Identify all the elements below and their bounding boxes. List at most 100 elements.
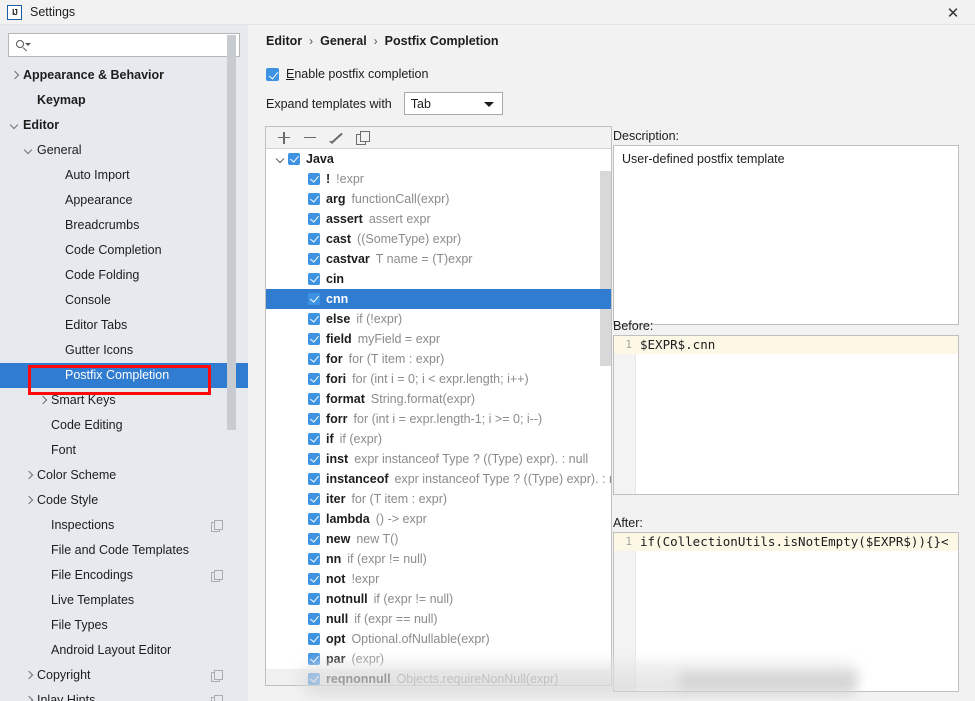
template-row[interactable]: instexpr instanceof Type ? ((Type) expr)… <box>266 449 611 469</box>
enable-postfix-completion-row[interactable]: Enable postfix completion <box>266 67 428 81</box>
chevron-right-icon[interactable] <box>22 669 35 682</box>
sidebar-item-keymap[interactable]: Keymap <box>0 88 248 113</box>
sidebar-item-font[interactable]: Font <box>0 438 248 463</box>
template-checkbox[interactable] <box>308 613 320 625</box>
template-row[interactable]: ifif (expr) <box>266 429 611 449</box>
template-row[interactable]: nnif (expr != null) <box>266 549 611 569</box>
postfix-template-tree[interactable]: Java!!exprargfunctionCall(expr)assertass… <box>266 149 611 686</box>
chevron-down-icon[interactable] <box>22 144 35 157</box>
template-checkbox[interactable] <box>308 253 320 265</box>
template-row[interactable]: Java <box>266 149 611 169</box>
sidebar-item-color-scheme[interactable]: Color Scheme <box>0 463 248 488</box>
after-editor[interactable]: 1 if(CollectionUtils.isNotEmpty($EXPR$))… <box>613 532 959 692</box>
template-checkbox[interactable] <box>308 413 320 425</box>
enable-postfix-completion-checkbox[interactable] <box>266 68 279 81</box>
before-editor[interactable]: 1 $EXPR$.cnn <box>613 335 959 495</box>
template-checkbox[interactable] <box>308 353 320 365</box>
sidebar-item-code-style[interactable]: Code Style <box>0 488 248 513</box>
template-row[interactable]: reqnonnullObjects.requireNonNull(expr) <box>266 669 611 686</box>
template-row[interactable]: cnn <box>266 289 611 309</box>
sidebar-item-breadcrumbs[interactable]: Breadcrumbs <box>0 213 248 238</box>
template-checkbox[interactable] <box>308 473 320 485</box>
sidebar-item-file-encodings[interactable]: File Encodings <box>0 563 248 588</box>
sidebar-item-appearance-behavior[interactable]: Appearance & Behavior <box>0 63 248 88</box>
template-checkbox[interactable] <box>308 593 320 605</box>
chevron-right-icon[interactable] <box>36 394 49 407</box>
sidebar-item-auto-import[interactable]: Auto Import <box>0 163 248 188</box>
chevron-right-icon[interactable] <box>22 694 35 701</box>
sidebar-item-editor-tabs[interactable]: Editor Tabs <box>0 313 248 338</box>
template-row[interactable]: fieldmyField = expr <box>266 329 611 349</box>
template-row[interactable]: par(expr) <box>266 649 611 669</box>
template-checkbox[interactable] <box>308 313 320 325</box>
sidebar-item-gutter-icons[interactable]: Gutter Icons <box>0 338 248 363</box>
search-box[interactable] <box>8 33 240 57</box>
sidebar-item-file-and-code-templates[interactable]: File and Code Templates <box>0 538 248 563</box>
template-checkbox[interactable] <box>308 513 320 525</box>
sidebar-item-inlay-hints[interactable]: Inlay Hints <box>0 688 248 701</box>
sidebar-item-general[interactable]: General <box>0 138 248 163</box>
sidebar-scrollbar-track[interactable] <box>233 25 242 701</box>
template-row[interactable]: assertassert expr <box>266 209 611 229</box>
chevron-right-icon[interactable] <box>22 469 35 482</box>
sidebar-item-smart-keys[interactable]: Smart Keys <box>0 388 248 413</box>
sidebar-item-code-editing[interactable]: Code Editing <box>0 413 248 438</box>
template-row[interactable]: elseif (!expr) <box>266 309 611 329</box>
sidebar-item-code-folding[interactable]: Code Folding <box>0 263 248 288</box>
template-checkbox[interactable] <box>308 213 320 225</box>
sidebar-item-copyright[interactable]: Copyright <box>0 663 248 688</box>
template-row[interactable]: not!expr <box>266 569 611 589</box>
template-checkbox[interactable] <box>308 633 320 645</box>
template-checkbox[interactable] <box>308 273 320 285</box>
sidebar-item-code-completion[interactable]: Code Completion <box>0 238 248 263</box>
template-checkbox[interactable] <box>308 193 320 205</box>
template-row[interactable]: forfor (T item : expr) <box>266 349 611 369</box>
template-row[interactable]: cin <box>266 269 611 289</box>
template-checkbox[interactable] <box>288 153 300 165</box>
chevron-down-icon[interactable] <box>8 119 21 132</box>
sidebar-item-inspections[interactable]: Inspections <box>0 513 248 538</box>
template-row[interactable]: castvarT name = (T)expr <box>266 249 611 269</box>
template-row[interactable]: notnullif (expr != null) <box>266 589 611 609</box>
sidebar-item-file-types[interactable]: File Types <box>0 613 248 638</box>
sidebar-item-console[interactable]: Console <box>0 288 248 313</box>
breadcrumb-item-postfix-completion[interactable]: Postfix Completion <box>385 34 499 48</box>
breadcrumb-item-editor[interactable]: Editor <box>266 34 302 48</box>
remove-icon[interactable] <box>300 128 326 148</box>
sidebar-item-appearance[interactable]: Appearance <box>0 188 248 213</box>
template-checkbox[interactable] <box>308 173 320 185</box>
template-checkbox[interactable] <box>308 493 320 505</box>
sidebar-item-live-templates[interactable]: Live Templates <box>0 588 248 613</box>
template-checkbox[interactable] <box>308 333 320 345</box>
template-row[interactable]: instanceofexpr instanceof Type ? ((Type)… <box>266 469 611 489</box>
expand-templates-select[interactable]: Tab <box>404 92 503 115</box>
template-checkbox[interactable] <box>308 553 320 565</box>
breadcrumb-item-general[interactable]: General <box>320 34 367 48</box>
template-row[interactable]: nullif (expr == null) <box>266 609 611 629</box>
search-input[interactable] <box>31 37 233 53</box>
template-row[interactable]: formatString.format(expr) <box>266 389 611 409</box>
close-icon[interactable]: ✕ <box>931 0 975 25</box>
template-row[interactable]: optOptional.ofNullable(expr) <box>266 629 611 649</box>
duplicate-icon[interactable] <box>352 128 378 148</box>
template-row[interactable]: cast((SomeType) expr) <box>266 229 611 249</box>
template-row[interactable]: newnew T() <box>266 529 611 549</box>
chevron-right-icon[interactable] <box>8 69 21 82</box>
template-checkbox[interactable] <box>308 673 320 685</box>
sidebar-item-android-layout-editor[interactable]: Android Layout Editor <box>0 638 248 663</box>
template-row[interactable]: forrfor (int i = expr.length-1; i >= 0; … <box>266 409 611 429</box>
template-row[interactable]: iterfor (T item : expr) <box>266 489 611 509</box>
sidebar-item-postfix-completion[interactable]: Postfix Completion <box>0 363 248 388</box>
edit-icon[interactable] <box>326 128 352 148</box>
template-row[interactable]: lambda() -> expr <box>266 509 611 529</box>
template-checkbox[interactable] <box>308 233 320 245</box>
add-icon[interactable] <box>274 128 300 148</box>
template-checkbox[interactable] <box>308 373 320 385</box>
description-box[interactable]: User-defined postfix template <box>613 145 959 325</box>
sidebar-scrollbar-thumb[interactable] <box>227 35 236 430</box>
template-row[interactable]: forifor (int i = 0; i < expr.length; i++… <box>266 369 611 389</box>
template-checkbox[interactable] <box>308 573 320 585</box>
template-row[interactable]: argfunctionCall(expr) <box>266 189 611 209</box>
template-checkbox[interactable] <box>308 453 320 465</box>
template-checkbox[interactable] <box>308 533 320 545</box>
